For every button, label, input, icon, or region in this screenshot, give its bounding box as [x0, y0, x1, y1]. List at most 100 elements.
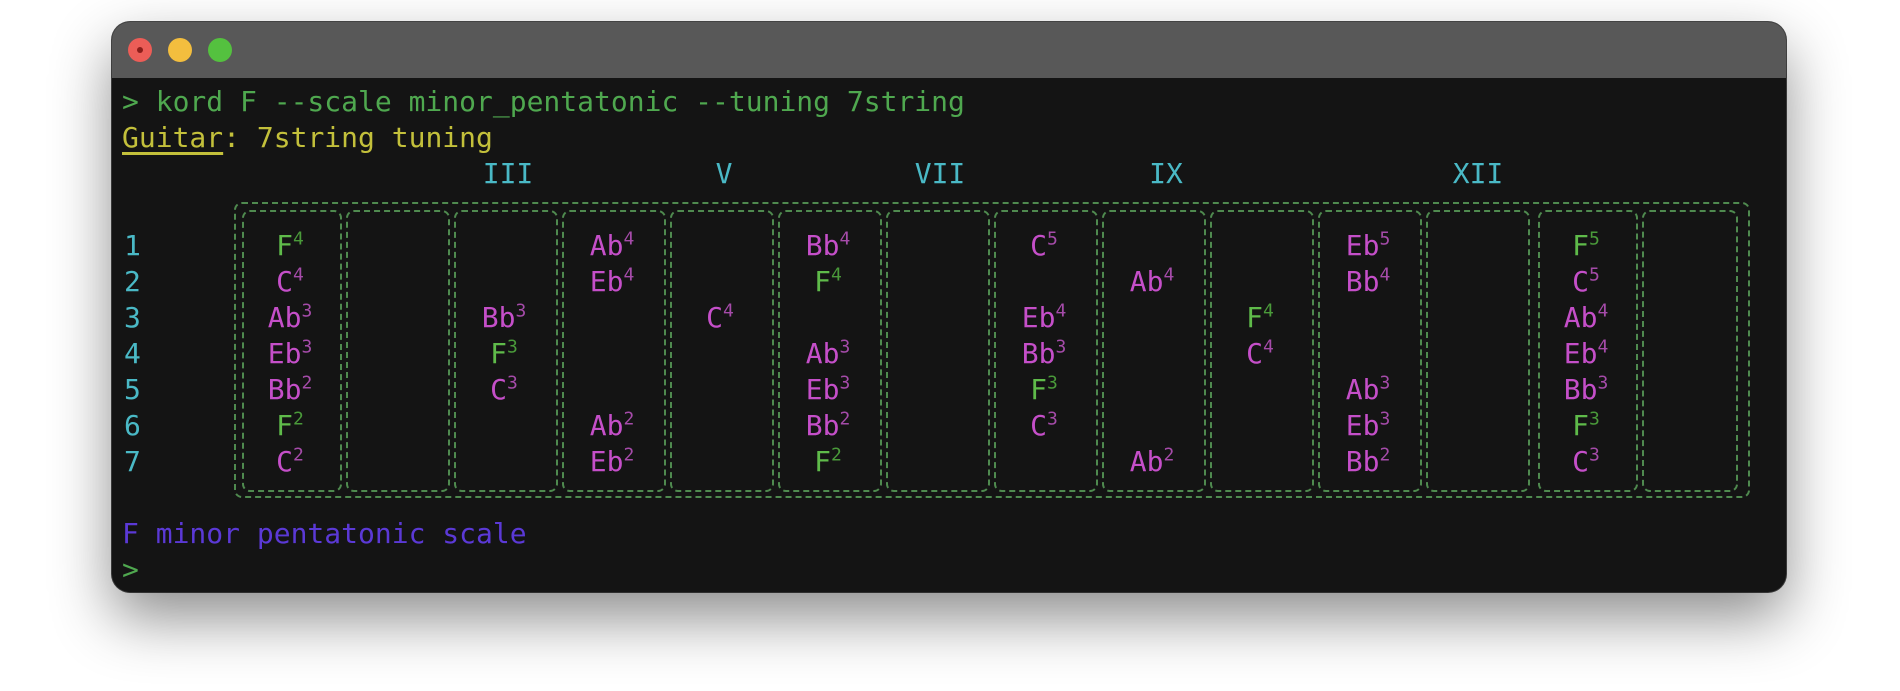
fret-marker: IX: [1149, 157, 1183, 190]
root-note: F3: [1030, 372, 1058, 408]
note-name: F: [814, 445, 832, 478]
note-octave: 3: [1379, 372, 1391, 394]
maximize-button[interactable]: [208, 38, 232, 62]
note-name: C: [490, 373, 508, 406]
note-name: Bb: [1345, 445, 1380, 478]
scale-note: Eb3: [806, 372, 851, 408]
note-name: Bb: [805, 409, 840, 442]
note-name: Bb: [481, 301, 516, 334]
close-button[interactable]: [128, 38, 152, 62]
note-octave: 2: [293, 444, 304, 466]
root-note: F4: [814, 264, 842, 300]
scale-note: Ab2: [1130, 444, 1175, 480]
root-note: F3: [1572, 408, 1600, 444]
note-octave: 2: [623, 444, 635, 466]
scale-note: Bb3: [482, 300, 527, 336]
title-bar: [112, 22, 1786, 78]
note-octave: 4: [1597, 300, 1609, 322]
root-note: F4: [1246, 300, 1274, 336]
string-number: 6: [124, 409, 141, 442]
note-octave: 3: [1055, 336, 1067, 358]
note-name: C: [1030, 409, 1048, 442]
note-name: Ab: [589, 229, 624, 262]
scale-note: C3: [490, 372, 518, 408]
string-number: 1: [124, 229, 141, 262]
scale-name: F minor pentatonic scale: [122, 517, 527, 550]
note-octave: 4: [1263, 336, 1274, 358]
scale-note: C4: [1246, 336, 1274, 372]
scale-note: Ab4: [590, 228, 635, 264]
note-octave: 3: [839, 336, 851, 358]
scale-note: Eb5: [1346, 228, 1391, 264]
fret-marker: III: [482, 157, 534, 190]
root-note: F4: [276, 228, 304, 264]
scale-note: Bb4: [806, 228, 851, 264]
note-name: Bb: [1021, 337, 1056, 370]
note-name: C: [276, 265, 294, 298]
string-number: 3: [124, 301, 141, 334]
note-name: Ab: [589, 409, 624, 442]
note-name: F: [1030, 373, 1048, 406]
note-octave: 4: [839, 228, 851, 250]
scale-note: Ab4: [1130, 264, 1175, 300]
root-note: F3: [490, 336, 518, 372]
scale-note: Eb4: [1022, 300, 1067, 336]
scale-note: Eb4: [590, 264, 635, 300]
note-octave: 4: [1597, 336, 1609, 358]
note-name: Bb: [267, 373, 302, 406]
note-octave: 4: [293, 228, 304, 250]
note-name: Ab: [1345, 373, 1380, 406]
minimize-button[interactable]: [168, 38, 192, 62]
note-octave: 5: [1047, 228, 1058, 250]
note-name: Eb: [1345, 409, 1380, 442]
note-name: Ab: [1129, 445, 1164, 478]
note-octave: 2: [293, 408, 304, 430]
string-number: 7: [124, 445, 141, 478]
note-octave: 2: [623, 408, 635, 430]
scale-note: Ab3: [806, 336, 851, 372]
note-octave: 3: [515, 300, 527, 322]
note-octave: 3: [301, 300, 313, 322]
fret-marker: V: [715, 157, 733, 190]
scale-note: Bb2: [1346, 444, 1391, 480]
root-note: F2: [814, 444, 842, 480]
fret-cell: [670, 210, 774, 492]
note-octave: 3: [1589, 444, 1600, 466]
scale-note: C4: [706, 300, 734, 336]
note-name: F: [1572, 229, 1590, 262]
note-name: C: [1030, 229, 1048, 262]
shell-prompt[interactable]: >: [122, 552, 139, 588]
scale-note: Ab4: [1564, 300, 1609, 336]
note-name: Bb: [805, 229, 840, 262]
note-octave: 3: [507, 336, 518, 358]
scale-note: Eb4: [1564, 336, 1609, 372]
note-name: Ab: [267, 301, 302, 334]
scale-note: Ab3: [1346, 372, 1391, 408]
note-name: C: [1572, 265, 1590, 298]
note-name: C: [276, 445, 294, 478]
note-octave: 3: [1597, 372, 1609, 394]
note-name: Eb: [267, 337, 302, 370]
note-name: Bb: [1563, 373, 1598, 406]
scale-note: Ab3: [268, 300, 313, 336]
note-octave: 4: [1163, 264, 1175, 286]
note-octave: 4: [1263, 300, 1274, 322]
note-octave: 2: [1379, 444, 1391, 466]
note-name: Eb: [1345, 229, 1380, 262]
fret-cell: [1426, 210, 1530, 492]
note-octave: 5: [1589, 264, 1600, 286]
scale-note: Ab2: [590, 408, 635, 444]
guitar-tuning-line: Guitar: 7string tuning: [122, 120, 493, 156]
fret-cell: [1642, 210, 1738, 492]
note-octave: 3: [1589, 408, 1600, 430]
scale-note: C3: [1030, 408, 1058, 444]
scale-note: Eb2: [590, 444, 635, 480]
note-name: Eb: [1563, 337, 1598, 370]
root-note: F5: [1572, 228, 1600, 264]
note-octave: 4: [831, 264, 842, 286]
scale-note: Eb3: [1346, 408, 1391, 444]
note-octave: 4: [623, 228, 635, 250]
scale-note: Bb4: [1346, 264, 1391, 300]
note-name: C: [1572, 445, 1590, 478]
note-name: F: [276, 229, 294, 262]
